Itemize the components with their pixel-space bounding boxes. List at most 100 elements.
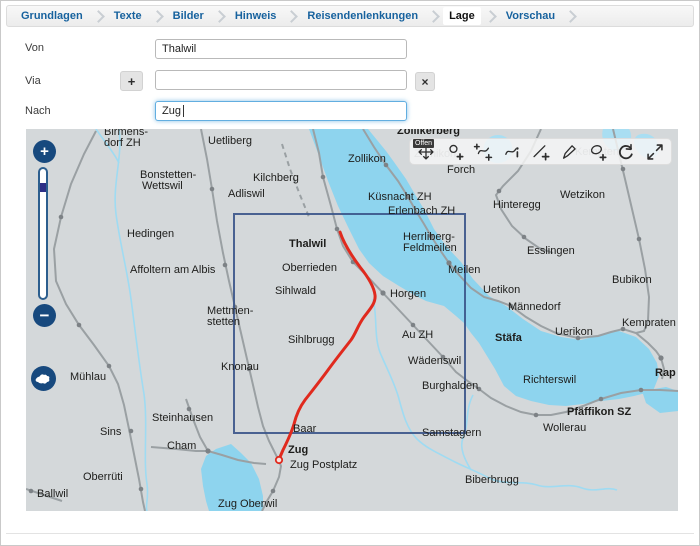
breadcrumb-tab-vorschau[interactable]: Vorschau [500, 7, 561, 25]
map-label: Horgen [390, 288, 426, 300]
route-end-marker[interactable] [276, 457, 282, 463]
refresh-tool-button[interactable] [613, 139, 639, 164]
point-plus-icon [445, 142, 465, 162]
circle-plus-icon [588, 142, 608, 162]
map-label: Sins [100, 426, 121, 438]
map-label: Küsnacht ZH [368, 191, 432, 203]
map-label: Zollikerberg [397, 129, 460, 137]
plus-icon: + [40, 143, 49, 160]
map-label: Rap [655, 367, 676, 379]
zoom-in-button[interactable]: + [33, 140, 56, 163]
pencil-icon [559, 142, 579, 162]
map-label: Zug Postplatz [290, 459, 357, 471]
map-label: Feldmeilen [403, 242, 457, 254]
add-via-button[interactable]: + [120, 71, 143, 91]
map[interactable]: Birmens-dorf ZHUetlibergBonstetten-Wetts… [26, 129, 678, 511]
route-plus-icon [473, 142, 493, 162]
map-label: Wettswil [142, 180, 183, 192]
breadcrumb-tab-grundlagen[interactable]: Grundlagen [15, 7, 89, 25]
map-label: Stäfa [495, 332, 522, 344]
chevron-separator-icon [92, 10, 105, 23]
map-label: Männedorf [508, 301, 561, 313]
zoom-out-button[interactable]: − [33, 304, 56, 327]
map-label: Thalwil [289, 238, 326, 250]
map-label: Kilchberg [253, 172, 299, 184]
map-label: Ballwil [37, 488, 68, 500]
breadcrumb-tab-texte[interactable]: Texte [108, 7, 148, 25]
map-label: Samstagern [422, 427, 481, 439]
breadcrumb-tab-reisendenlenkungen[interactable]: Reisendenlenkungen [301, 7, 424, 25]
add-segment-tool-button[interactable] [528, 139, 554, 164]
map-label: Cham [167, 440, 196, 452]
map-label: Kempraten [622, 317, 676, 329]
map-label: Uetikon [483, 284, 520, 296]
map-label: Esslingen [527, 245, 575, 257]
add-point-tool-button[interactable] [442, 139, 468, 164]
map-label: Au ZH [402, 329, 433, 341]
breadcrumb-tab-lage[interactable]: Lage [443, 7, 481, 25]
edit-tool-button[interactable] [556, 139, 582, 164]
modify-route-tool-button[interactable] [499, 139, 525, 164]
panel-bottom-border [6, 533, 694, 534]
text-caret [183, 105, 184, 117]
map-label: Baar [293, 423, 316, 435]
map-label: Oberrieden [282, 262, 337, 274]
map-label: Pfäffikon SZ [567, 406, 631, 418]
breadcrumb-tab-bilder[interactable]: Bilder [167, 7, 210, 25]
map-label: Zug [288, 444, 308, 456]
von-input[interactable] [155, 39, 407, 59]
map-label: Adliswil [228, 188, 265, 200]
map-label: Uerikon [555, 326, 593, 338]
map-label: Wetzikon [560, 189, 605, 201]
minus-icon: − [40, 306, 50, 326]
map-label: Hedingen [127, 228, 174, 240]
page: Grundlagen Texte Bilder Hinweis Reisendenlen… [0, 0, 700, 546]
refresh-icon [616, 142, 636, 162]
map-label: Mühlau [70, 371, 106, 383]
map-label: Knonau [221, 361, 259, 373]
map-label: Erlenbach ZH [388, 205, 455, 217]
map-label: Sihlbrugg [288, 334, 334, 346]
map-label: stetten [207, 316, 240, 328]
fullscreen-tool-button[interactable] [642, 139, 668, 164]
map-label: Zollikon [348, 153, 386, 165]
map-label: Hinteregg [493, 199, 541, 211]
draw-route-tool-button[interactable] [470, 139, 496, 164]
map-label: Uetliberg [208, 135, 252, 147]
map-label: Sihlwald [275, 285, 316, 297]
via-label: Via [25, 75, 41, 87]
map-label: Wädenswil [408, 355, 461, 367]
nach-input[interactable] [155, 101, 407, 121]
route-edit-icon [502, 142, 522, 162]
map-label: Oberrüti [83, 471, 123, 483]
map-label: Meilen [448, 264, 480, 276]
zoom-slider[interactable] [38, 167, 48, 300]
nach-label: Nach [25, 105, 51, 117]
breadcrumb-tab-hinweis[interactable]: Hinweis [229, 7, 283, 25]
chevron-separator-icon [484, 10, 497, 23]
map-label: Biberbrugg [465, 474, 519, 486]
tool-tooltip: Offen [413, 139, 434, 148]
map-label: Richterswil [523, 374, 576, 386]
map-label: Zug Oberwil [218, 498, 277, 510]
map-label: Forch [447, 164, 475, 176]
home-extent-button[interactable] [31, 366, 56, 391]
line-plus-icon [531, 142, 551, 162]
chevron-separator-icon [427, 10, 440, 23]
remove-via-button[interactable]: × [415, 72, 435, 91]
expand-icon [645, 142, 665, 162]
map-toolbar [409, 138, 672, 165]
map-label: Bubikon [612, 274, 652, 286]
map-label: Affoltern am Albis [130, 264, 215, 276]
draw-circle-tool-button[interactable] [585, 139, 611, 164]
map-canvas [26, 129, 678, 511]
via-input[interactable] [155, 70, 407, 90]
zoom-slider-handle[interactable] [40, 183, 46, 192]
swiss-flag-icon [34, 371, 53, 386]
von-label: Von [25, 42, 44, 54]
chevron-separator-icon [286, 10, 299, 23]
chevron-separator-icon [151, 10, 164, 23]
chevron-separator-icon [564, 10, 577, 23]
map-label: Wollerau [543, 422, 586, 434]
breadcrumb: Grundlagen Texte Bilder Hinweis Reisendenlen… [6, 5, 694, 27]
